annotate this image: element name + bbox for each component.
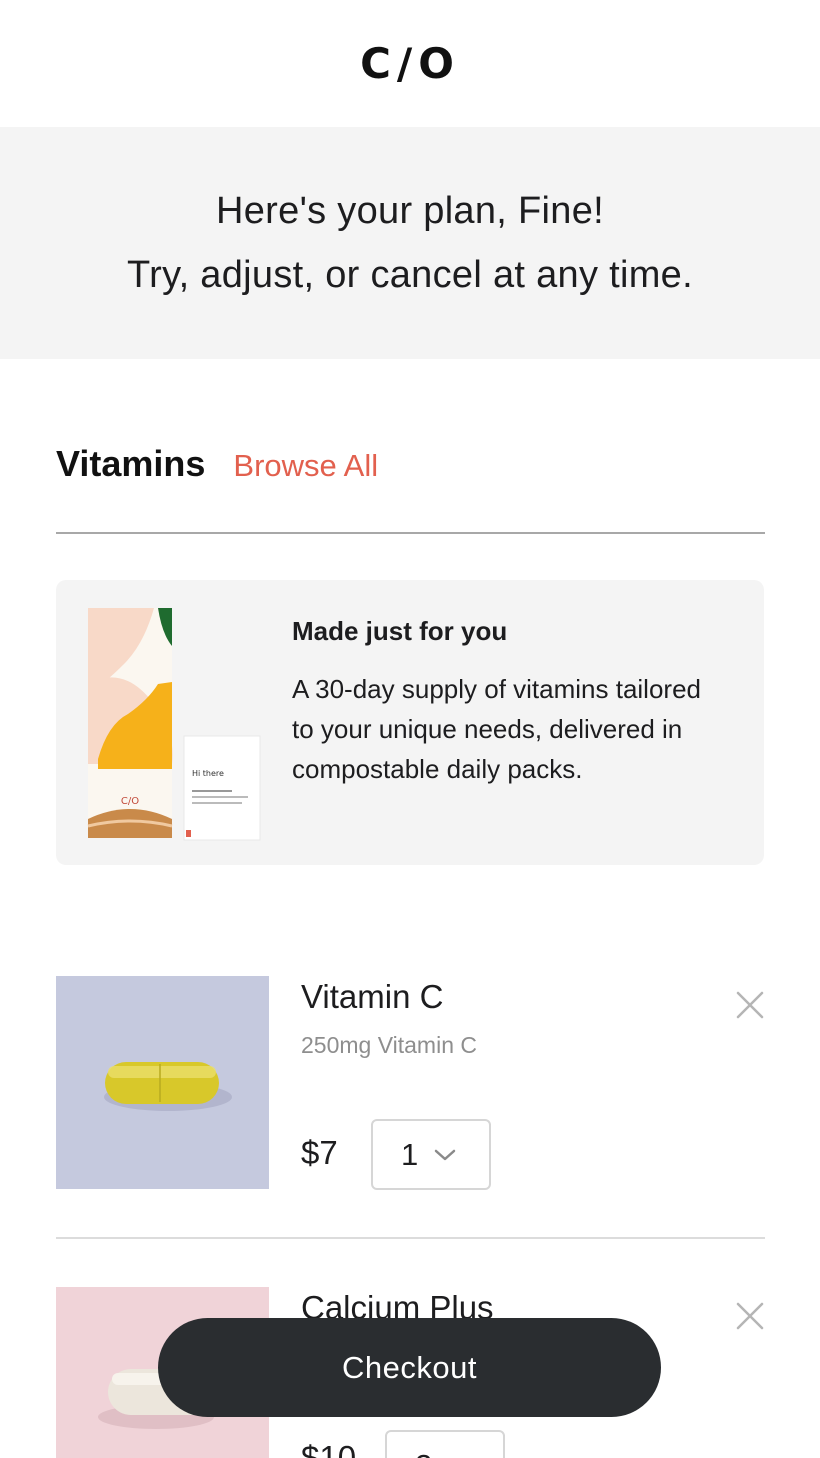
section-title: Vitamins [56, 443, 206, 484]
product-price: $10 [301, 1439, 357, 1458]
top-bar: C/O [0, 0, 820, 127]
browse-all-link[interactable]: Browse All [233, 448, 378, 484]
chevron-down-icon [435, 1149, 456, 1160]
promo-description: A 30-day supply of vitamins tailored to … [292, 674, 701, 784]
promo-text: Made just for you A 30-day supply of vit… [292, 616, 712, 789]
product-price: $7 [301, 1134, 338, 1171]
plan-greeting: Here's your plan, Fine! [216, 190, 604, 232]
quantity-value: 2 [415, 1448, 432, 1458]
quantity-select[interactable]: 2 [385, 1430, 505, 1458]
promo-card: C/O Hi there Made just for you A 30-day … [56, 580, 764, 865]
close-icon[interactable] [735, 1301, 765, 1331]
vitamin-pack-image: C/O Hi there [84, 604, 264, 844]
checkout-button[interactable]: Checkout [158, 1318, 661, 1417]
divider [56, 1237, 765, 1239]
plan-banner: Here's your plan, Fine! Try, adjust, or … [0, 127, 820, 359]
product-name: Vitamin C [301, 978, 444, 1015]
box-logo-text: C/O [121, 796, 139, 807]
quantity-value: 1 [401, 1136, 419, 1172]
promo-title: Made just for you [292, 616, 508, 646]
divider [56, 532, 765, 534]
product-item-vitamin-c: Vitamin C 250mg Vitamin C $7 1 [56, 976, 765, 1191]
product-description: 250mg Vitamin C [301, 1032, 477, 1058]
vitamins-section-header: Vitamins Browse All [56, 443, 378, 485]
close-icon[interactable] [735, 990, 765, 1020]
vitamin-c-thumbnail[interactable] [56, 976, 269, 1189]
quantity-select[interactable]: 1 [371, 1119, 491, 1190]
plan-subtitle: Try, adjust, or cancel at any time. [127, 254, 693, 296]
pack-label-text: Hi there [192, 769, 224, 778]
brand-logo[interactable]: C/O [360, 39, 460, 88]
app-screen: C/O Here's your plan, Fine! Try, adjust,… [0, 0, 820, 1458]
